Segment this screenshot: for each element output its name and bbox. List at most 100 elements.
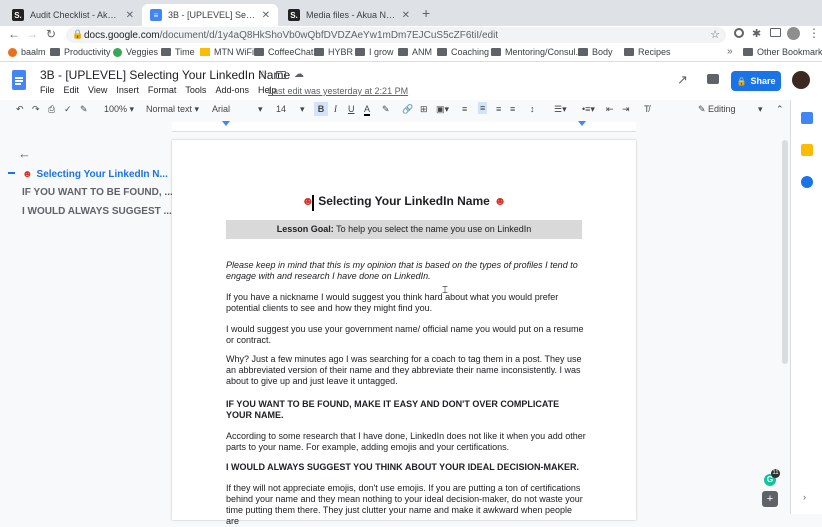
checklist-icon[interactable]: ☰▾ <box>554 104 567 115</box>
lock-icon[interactable]: 🔒 <box>72 29 83 40</box>
docs-logo-icon[interactable] <box>12 70 26 90</box>
align-center-icon[interactable]: ≡ <box>478 102 488 114</box>
font-dropdown-icon[interactable]: ▾ <box>258 104 263 115</box>
browser-menu-icon[interactable]: ⋮ <box>808 26 820 40</box>
clear-formatting-icon[interactable]: T̸ <box>644 104 650 114</box>
bookmark-body[interactable]: Body <box>578 47 613 57</box>
bookmark-baalm[interactable]: baalm <box>8 47 46 57</box>
paint-format-icon[interactable]: ✎ <box>80 104 88 115</box>
paragraph-nickname: If you have a nickname I would suggest y… <box>226 292 559 313</box>
activity-trend-icon[interactable]: ↗ <box>677 72 688 88</box>
menu-file[interactable]: File <box>40 85 55 95</box>
close-outline-arrow-icon[interactable]: ← <box>18 146 31 161</box>
outline-item-selecting-name[interactable]: ☻ Selecting Your LinkedIn N... <box>22 169 168 180</box>
address-bar[interactable]: 🔒 docs.google.com/document/d/1y4aQ8HkSho… <box>66 27 726 43</box>
bookmark-mentoring[interactable]: Mentoring/Consul... <box>491 47 583 57</box>
italic-icon[interactable]: I <box>334 104 337 114</box>
font-value: Arial <box>212 104 231 114</box>
bookmark-mtn-wifi[interactable]: MTN WiFi <box>200 47 254 57</box>
mode-dropdown-icon[interactable]: ▾ <box>758 104 763 115</box>
bookmark-veggies[interactable]: Veggies <box>113 47 158 57</box>
last-edit-link[interactable]: Last edit was yesterday at 2:21 PM <box>268 86 408 96</box>
bold-icon[interactable]: B <box>314 102 328 116</box>
close-tab-icon[interactable]: ✕ <box>120 10 134 21</box>
outline-item-always-suggest[interactable]: I WOULD ALWAYS SUGGEST ... <box>22 206 172 217</box>
bookmark-i-grow[interactable]: I grow <box>355 47 394 57</box>
zoom-select[interactable]: 100% ▾ <box>104 104 134 115</box>
hide-menus-icon[interactable]: ⌃ <box>776 104 784 115</box>
bulleted-list-icon[interactable]: •≡▾ <box>582 104 595 115</box>
bookmark-coaching[interactable]: Coaching <box>437 47 489 57</box>
justify-icon[interactable]: ≡ <box>510 104 515 114</box>
bookmark-time[interactable]: Time <box>161 47 195 57</box>
mtn-icon <box>200 48 210 56</box>
bookmark-label: Coaching <box>451 47 490 57</box>
reload-icon[interactable]: ↻ <box>46 27 56 41</box>
close-tab-icon[interactable]: ✕ <box>256 10 270 21</box>
share-button[interactable]: 🔒 Share <box>731 71 781 91</box>
font-size-dropdown-icon[interactable]: ▾ <box>300 104 305 115</box>
bookmark-productivity[interactable]: Productivity <box>50 47 111 57</box>
calendar-icon[interactable] <box>801 112 813 124</box>
bookmark-recipes[interactable]: Recipes <box>624 47 671 57</box>
expand-panel-icon[interactable]: › <box>803 492 806 502</box>
highlight-icon[interactable]: ✎ <box>382 104 390 115</box>
bookmark-anm[interactable]: ANM <box>398 47 432 57</box>
tasks-icon[interactable] <box>801 176 813 188</box>
tab-audit-checklist[interactable]: S. Audit Checklist - Akua Nyame ✕ <box>4 4 142 26</box>
new-tab-plus-icon[interactable]: + <box>422 5 430 21</box>
text-color-icon[interactable]: A <box>364 104 371 116</box>
editing-mode-select[interactable]: ✎ Editing <box>698 104 736 115</box>
redo-icon[interactable]: ↷ <box>32 104 40 115</box>
bookmark-other[interactable]: Other Bookmarks <box>743 47 822 57</box>
menu-format[interactable]: Format <box>148 85 177 95</box>
underline-icon[interactable]: U <box>348 104 355 114</box>
undo-icon[interactable]: ↶ <box>16 104 24 115</box>
tab-media-files[interactable]: S. Media files - Akua Nyame-Me ✕ <box>280 4 418 26</box>
menu-edit[interactable]: Edit <box>64 85 80 95</box>
forward-arrow-icon[interactable]: → <box>26 27 38 41</box>
align-left-icon[interactable]: ≡ <box>462 104 467 114</box>
spellcheck-icon[interactable]: ✓ <box>64 104 72 115</box>
star-icon[interactable]: ☆ <box>258 68 268 81</box>
menu-add-ons[interactable]: Add-ons <box>215 85 249 95</box>
more-bookmarks-icon[interactable]: » <box>727 46 733 57</box>
insert-comment-icon[interactable]: ⊞ <box>420 104 428 115</box>
menu-insert[interactable]: Insert <box>116 85 139 95</box>
document-title[interactable]: 3B - [UPLEVEL] Selecting Your LinkedIn N… <box>40 68 290 82</box>
bookmark-hybr[interactable]: HYBR <box>314 47 353 57</box>
insert-image-icon[interactable]: ▣▾ <box>436 104 449 115</box>
menu-tools[interactable]: Tools <box>185 85 206 95</box>
font-size-select[interactable]: 14 <box>276 104 286 114</box>
close-tab-icon[interactable]: ✕ <box>396 10 410 21</box>
menu-view[interactable]: View <box>88 85 107 95</box>
keep-icon[interactable] <box>801 144 813 156</box>
explore-icon[interactable]: + <box>762 491 778 507</box>
move-folder-icon[interactable] <box>276 71 286 79</box>
bookmark-label: baalm <box>21 47 46 57</box>
increase-indent-icon[interactable]: ⇥ <box>622 104 630 115</box>
document-page[interactable]: ☻ Selecting Your LinkedIn Name ☻ Lesson Go… <box>172 140 636 526</box>
right-indent-marker-icon[interactable] <box>578 121 586 126</box>
cloud-status-icon[interactable]: ☁ <box>294 69 304 80</box>
align-right-icon[interactable]: ≡ <box>496 104 501 114</box>
user-avatar[interactable] <box>792 71 810 89</box>
left-indent-marker-icon[interactable] <box>222 121 230 126</box>
cast-icon[interactable] <box>770 28 781 37</box>
decrease-indent-icon[interactable]: ⇤ <box>606 104 614 115</box>
profile-avatar[interactable] <box>787 27 800 40</box>
line-spacing-icon[interactable]: ↕ <box>530 104 535 114</box>
bookmark-coffeechat[interactable]: CoffeeChat <box>254 47 313 57</box>
tab-selecting-linkedin[interactable]: ≡ 3B - [UPLEVEL] Selecting Your ✕ <box>142 4 278 26</box>
extension-icon[interactable] <box>734 28 744 38</box>
outline-item-want-to-be-found[interactable]: IF YOU WANT TO BE FOUND, ... <box>22 187 173 198</box>
back-arrow-icon[interactable]: ← <box>8 27 20 41</box>
font-select[interactable]: Arial <box>212 104 230 114</box>
style-select[interactable]: Normal text ▾ <box>146 104 199 115</box>
bookmark-star-icon[interactable]: ☆ <box>710 28 720 41</box>
link-icon[interactable]: 🔗 <box>402 104 413 115</box>
print-icon[interactable]: ⎙ <box>48 104 55 115</box>
document-scrollbar[interactable] <box>782 140 788 364</box>
comment-icon[interactable] <box>707 74 719 84</box>
puzzle-icon[interactable]: ✱ <box>752 27 761 40</box>
